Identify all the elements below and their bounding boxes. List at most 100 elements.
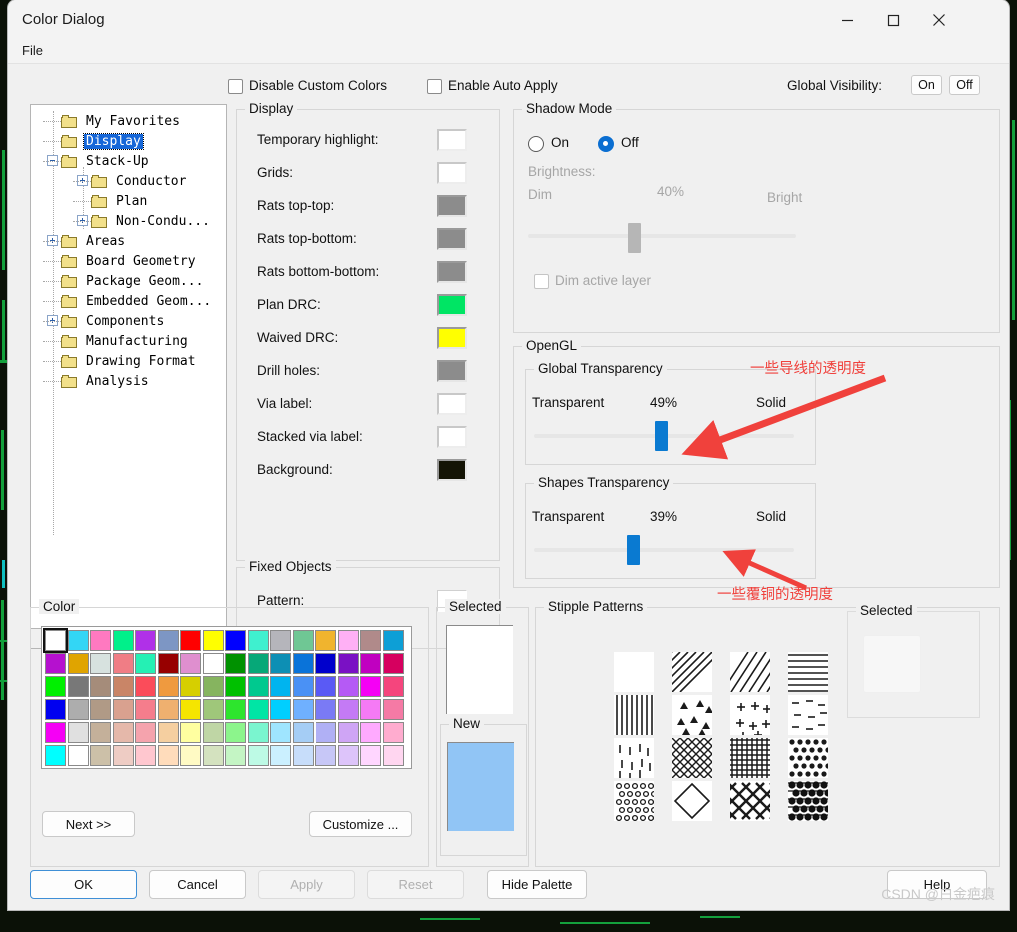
palette-swatch[interactable] [112, 630, 134, 651]
customize-button[interactable]: Customize ... [309, 811, 412, 837]
display-row-swatch-9[interactable] [437, 426, 467, 448]
next-button[interactable]: Next >> [42, 811, 135, 837]
palette-swatch[interactable] [202, 676, 224, 697]
palette-swatch[interactable] [67, 630, 89, 651]
palette-swatch[interactable] [382, 676, 404, 697]
global-visibility-off-button[interactable]: Off [949, 75, 980, 95]
palette-swatch[interactable] [135, 676, 156, 697]
palette-swatch[interactable] [360, 722, 381, 743]
stipple-pattern-cross-diag[interactable] [672, 738, 712, 778]
tree-item-embedded-geom[interactable]: Embedded Geom... [61, 291, 213, 311]
stipple-pattern-diag-fwd[interactable] [730, 652, 770, 692]
palette-swatch[interactable] [270, 676, 291, 697]
palette-swatch[interactable] [180, 699, 201, 720]
palette-swatch[interactable] [225, 653, 246, 674]
palette-swatch[interactable] [292, 676, 314, 697]
palette-swatch[interactable] [292, 653, 314, 674]
tree-item-manufacturing[interactable]: Manufacturing [61, 331, 190, 351]
palette-swatch[interactable] [225, 630, 246, 651]
stipple-pattern-horiz[interactable] [788, 652, 828, 692]
palette-swatch[interactable] [247, 676, 269, 697]
palette-swatch[interactable] [90, 722, 111, 743]
display-row-swatch-5[interactable] [437, 294, 467, 316]
stipple-pattern-plus[interactable] [730, 695, 770, 735]
display-row-swatch-1[interactable] [437, 162, 467, 184]
palette-swatch[interactable] [202, 699, 224, 720]
palette-swatch[interactable] [360, 653, 381, 674]
palette-swatch[interactable] [90, 699, 111, 720]
palette-swatch[interactable] [315, 676, 336, 697]
palette-swatch[interactable] [90, 653, 111, 674]
global-visibility-on-button[interactable]: On [911, 75, 942, 95]
palette-swatch[interactable] [157, 699, 179, 720]
tree-item-package-geom[interactable]: Package Geom... [61, 271, 205, 291]
shadow-mode-on-radio[interactable] [528, 136, 544, 152]
palette-swatch[interactable] [45, 699, 66, 720]
palette-swatch[interactable] [90, 745, 111, 766]
close-button[interactable] [916, 0, 962, 40]
palette-swatch[interactable] [45, 676, 66, 697]
cancel-button[interactable]: Cancel [149, 870, 246, 899]
stipple-pattern-blank[interactable] [614, 652, 654, 692]
tree-item-areas[interactable]: Areas [61, 231, 127, 251]
palette-swatch[interactable] [315, 745, 336, 766]
tree-item-non-condu[interactable]: Non-Condu... [91, 211, 212, 231]
shadow-mode-off-radio[interactable] [598, 136, 614, 152]
palette-swatch[interactable] [135, 630, 156, 651]
shapes-transparency-slider-thumb[interactable] [627, 535, 640, 565]
palette-swatch[interactable] [270, 653, 291, 674]
tree-item-components[interactable]: Components [61, 311, 166, 331]
minimize-button[interactable] [824, 0, 870, 40]
palette-swatch[interactable] [315, 653, 336, 674]
display-row-swatch-0[interactable] [437, 129, 467, 151]
display-row-swatch-3[interactable] [437, 228, 467, 250]
tree-item-display[interactable]: Display [61, 131, 144, 151]
palette-swatch[interactable] [247, 630, 269, 651]
palette-swatch[interactable] [292, 745, 314, 766]
palette-swatch[interactable] [180, 722, 201, 743]
palette-swatch[interactable] [112, 745, 134, 766]
brightness-slider-thumb[interactable] [628, 223, 641, 253]
palette-swatch[interactable] [270, 699, 291, 720]
palette-swatch[interactable] [67, 722, 89, 743]
palette-swatch[interactable] [157, 722, 179, 743]
shapes-transparency-slider-track[interactable] [534, 548, 794, 552]
palette-swatch[interactable] [360, 630, 381, 651]
palette-swatch[interactable] [45, 745, 66, 766]
display-row-swatch-7[interactable] [437, 360, 467, 382]
color-palette-grid[interactable] [41, 626, 412, 769]
hide-palette-button[interactable]: Hide Palette [487, 870, 587, 899]
palette-swatch[interactable] [225, 722, 246, 743]
category-tree[interactable]: My Favorites Display Stack-Up Conductor Plan… [30, 104, 227, 629]
palette-swatch[interactable] [180, 745, 201, 766]
stipple-pattern-x-cross[interactable] [730, 781, 770, 821]
palette-swatch[interactable] [112, 676, 134, 697]
palette-swatch[interactable] [247, 699, 269, 720]
palette-swatch[interactable] [112, 722, 134, 743]
tree-item-board-geometry[interactable]: Board Geometry [61, 251, 198, 271]
palette-swatch[interactable] [382, 630, 404, 651]
palette-swatch[interactable] [315, 630, 336, 651]
palette-swatch[interactable] [270, 745, 291, 766]
palette-swatch[interactable] [337, 722, 359, 743]
tree-item-conductor[interactable]: Conductor [91, 171, 188, 191]
stipple-pattern-vert[interactable] [614, 695, 654, 735]
stipple-pattern-diag-back[interactable] [672, 652, 712, 692]
palette-swatch[interactable] [157, 676, 179, 697]
palette-swatch[interactable] [315, 722, 336, 743]
palette-swatch[interactable] [382, 699, 404, 720]
tree-item-my-favorites[interactable]: My Favorites [61, 111, 182, 131]
palette-swatch[interactable] [225, 699, 246, 720]
palette-swatch[interactable] [202, 630, 224, 651]
palette-swatch[interactable] [292, 722, 314, 743]
tree-item-drawing-format[interactable]: Drawing Format [61, 351, 198, 371]
palette-swatch[interactable] [337, 676, 359, 697]
palette-swatch[interactable] [135, 699, 156, 720]
palette-swatch[interactable] [45, 653, 66, 674]
palette-swatch[interactable] [360, 745, 381, 766]
display-row-swatch-2[interactable] [437, 195, 467, 217]
palette-swatch[interactable] [180, 630, 201, 651]
palette-swatch[interactable] [112, 653, 134, 674]
palette-swatch[interactable] [360, 699, 381, 720]
palette-swatch[interactable] [292, 699, 314, 720]
